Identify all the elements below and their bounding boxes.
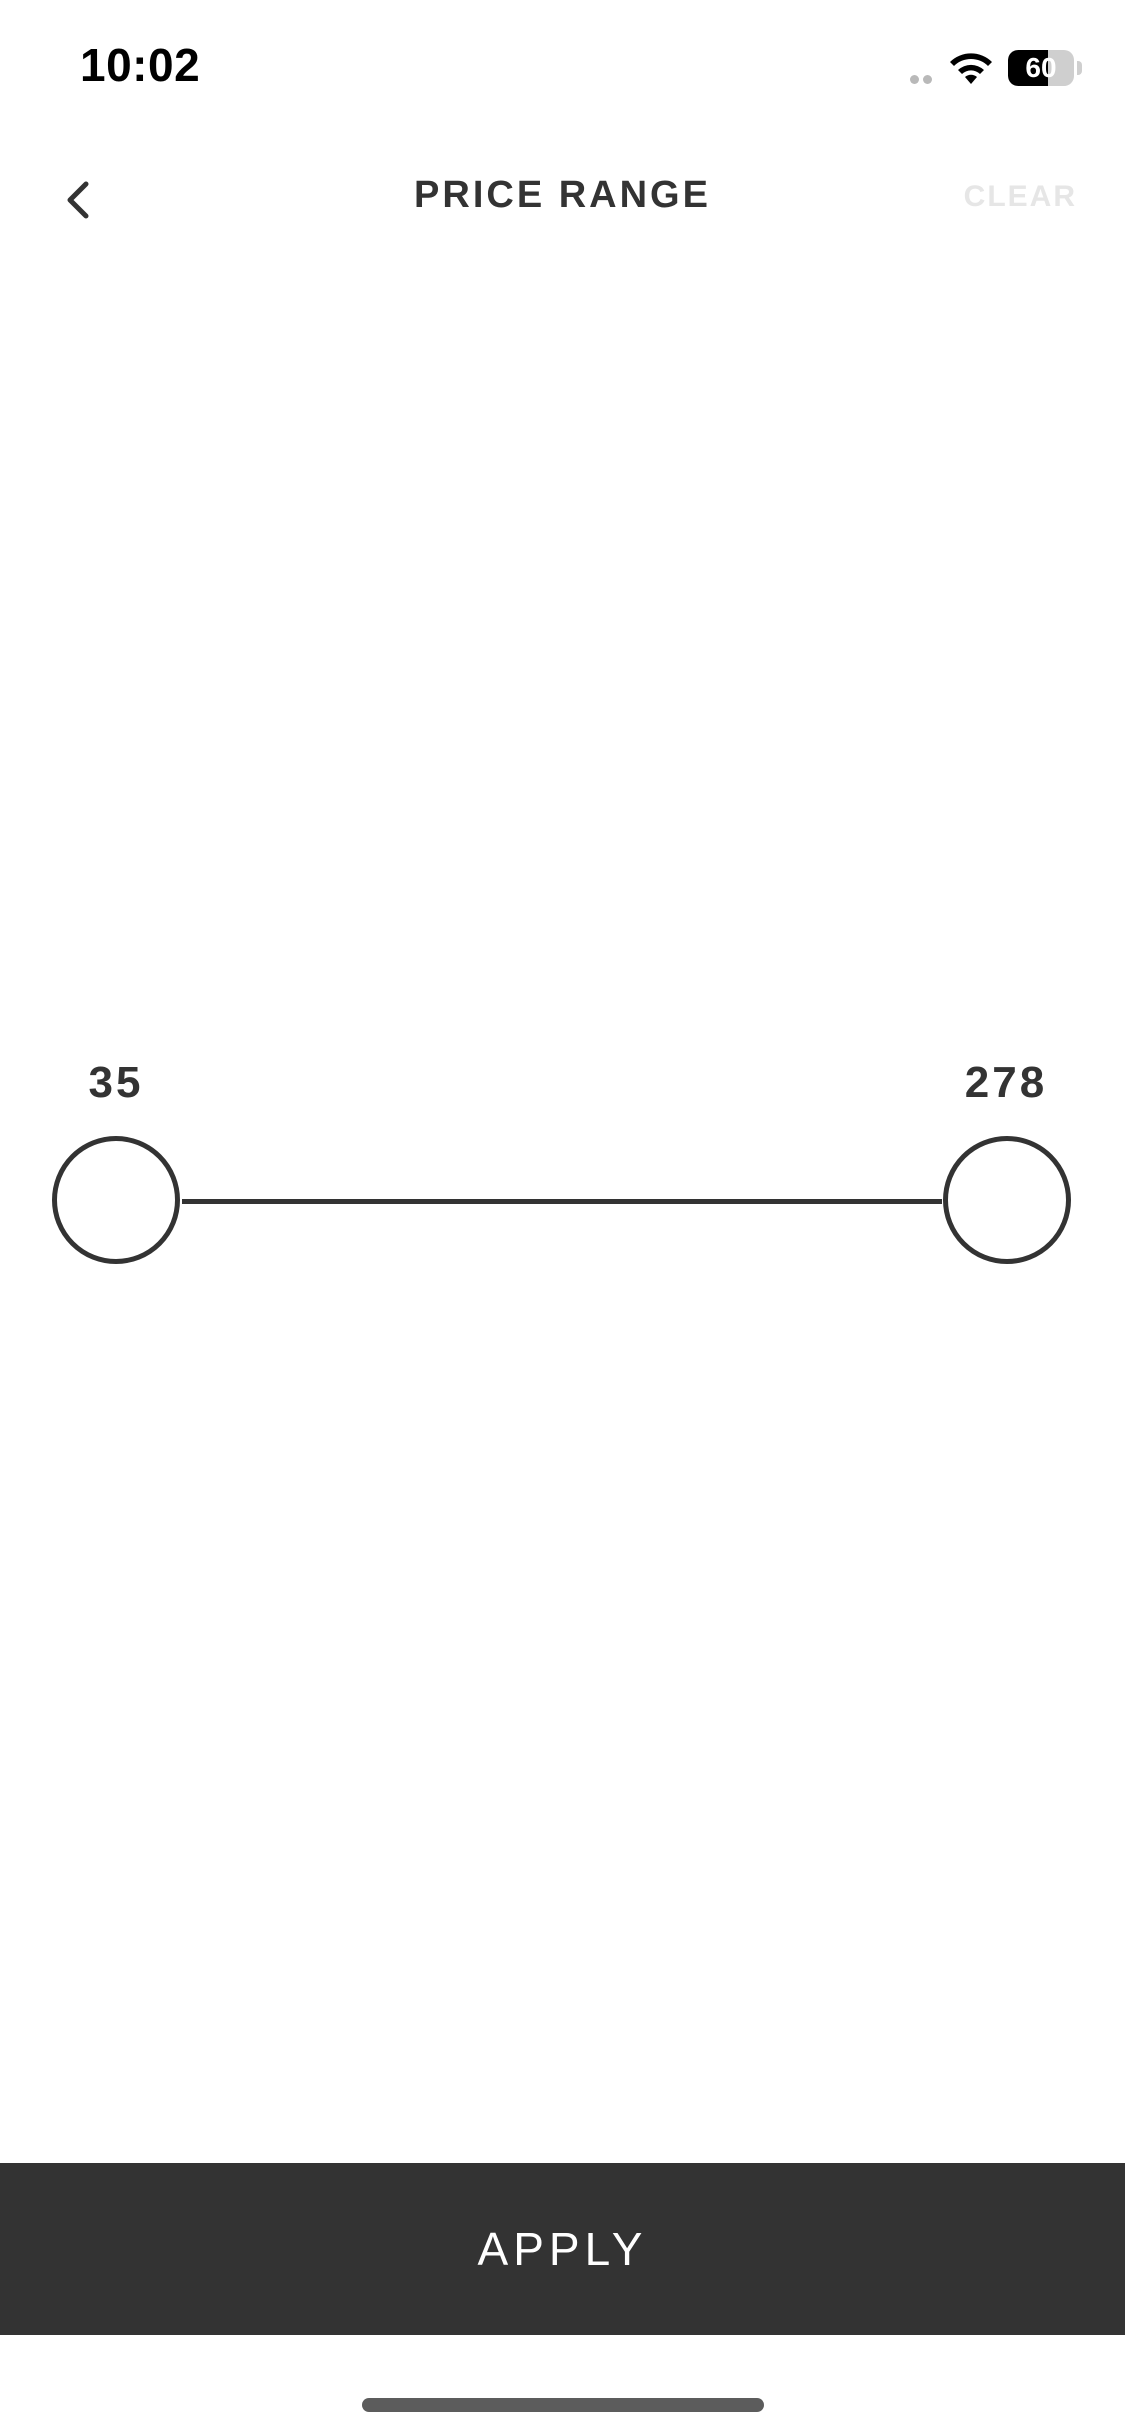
min-value-label: 35 <box>88 1058 144 1107</box>
home-indicator <box>362 2398 764 2412</box>
apply-button[interactable]: APPLY <box>0 2163 1125 2335</box>
battery-level: 60 <box>1025 52 1057 83</box>
price-range-slider[interactable]: 35 278 <box>0 1040 1125 1280</box>
page-title: PRICE RANGE <box>414 174 711 216</box>
max-value-label: 278 <box>964 1058 1048 1107</box>
clear-button[interactable]: CLEAR <box>964 180 1077 214</box>
battery-icon: 60 <box>1008 50 1084 88</box>
status-time: 10:02 <box>80 39 201 91</box>
cellular-signal-icon <box>910 75 936 85</box>
max-slider-handle[interactable] <box>943 1136 1071 1264</box>
min-slider-handle[interactable] <box>52 1136 180 1264</box>
wifi-icon <box>950 53 992 84</box>
header: PRICE RANGE CLEAR <box>0 150 1125 250</box>
status-bar: 10:02 60 <box>0 0 1125 140</box>
slider-track <box>182 1199 942 1204</box>
